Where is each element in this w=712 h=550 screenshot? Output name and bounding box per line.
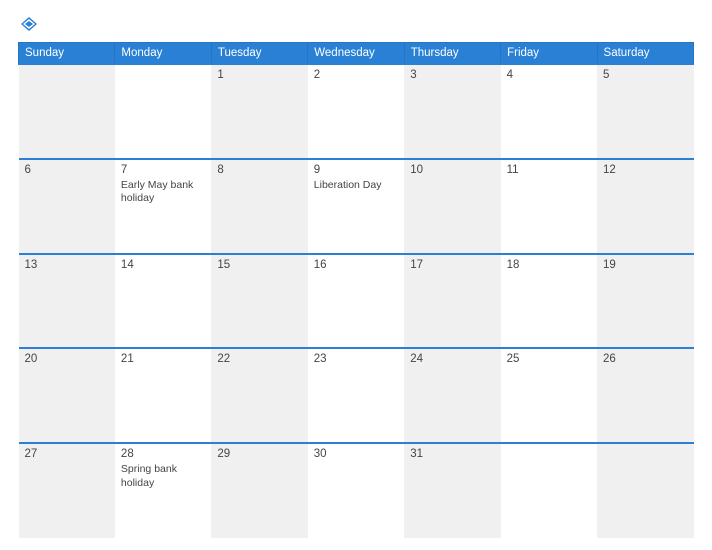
day-cell: 13 [19, 254, 115, 349]
day-number: 15 [217, 259, 301, 271]
logo [18, 16, 38, 32]
day-number: 1 [217, 69, 301, 81]
day-cell: 20 [19, 348, 115, 443]
day-cell: 17 [404, 254, 500, 349]
week-row-3: 13 14 15 16 17 18 19 [19, 254, 694, 349]
day-cell: 16 [308, 254, 404, 349]
day-number: 25 [507, 353, 591, 365]
calendar-page: SundayMondayTuesdayWednesdayThursdayFrid… [0, 0, 712, 550]
day-number: 19 [603, 259, 687, 271]
day-cell: 23 [308, 348, 404, 443]
day-cell: 21 [115, 348, 211, 443]
day-cell [115, 64, 211, 159]
day-cell [501, 443, 597, 538]
day-cell: 9 Liberation Day [308, 159, 404, 254]
day-number: 6 [25, 164, 109, 176]
weekday-header-friday: Friday [501, 43, 597, 65]
day-cell [597, 443, 693, 538]
day-number: 30 [314, 448, 398, 460]
day-cell: 25 [501, 348, 597, 443]
day-number: 3 [410, 69, 494, 81]
day-cell: 15 [211, 254, 307, 349]
day-cell: 18 [501, 254, 597, 349]
weekday-header-saturday: Saturday [597, 43, 693, 65]
day-cell: 24 [404, 348, 500, 443]
day-cell [19, 64, 115, 159]
day-event: Early May bank holiday [121, 179, 193, 205]
day-cell: 26 [597, 348, 693, 443]
day-cell: 11 [501, 159, 597, 254]
day-cell: 6 [19, 159, 115, 254]
day-number: 12 [603, 164, 687, 176]
weekday-header-monday: Monday [115, 43, 211, 65]
day-cell: 7 Early May bank holiday [115, 159, 211, 254]
week-row-4: 20 21 22 23 24 25 26 [19, 348, 694, 443]
day-number: 28 [121, 448, 205, 460]
day-event: Spring bank holiday [121, 463, 177, 489]
logo-icon [20, 16, 38, 32]
weekday-header-thursday: Thursday [404, 43, 500, 65]
weekday-header-row: SundayMondayTuesdayWednesdayThursdayFrid… [19, 43, 694, 65]
day-number: 5 [603, 69, 687, 81]
day-cell: 28 Spring bank holiday [115, 443, 211, 538]
day-number: 24 [410, 353, 494, 365]
day-number: 18 [507, 259, 591, 271]
day-cell: 29 [211, 443, 307, 538]
day-number: 11 [507, 164, 591, 176]
day-cell: 31 [404, 443, 500, 538]
day-number: 22 [217, 353, 301, 365]
day-number: 26 [603, 353, 687, 365]
day-number: 23 [314, 353, 398, 365]
day-number: 29 [217, 448, 301, 460]
week-row-1: 1 23 45 [19, 64, 694, 159]
day-number: 2 [314, 69, 398, 81]
day-number: 8 [217, 164, 301, 176]
day-cell: 4 [501, 64, 597, 159]
day-cell: 30 [308, 443, 404, 538]
day-cell: 27 [19, 443, 115, 538]
day-cell: 2 [308, 64, 404, 159]
day-number: 4 [507, 69, 591, 81]
week-row-5: 27 28 Spring bank holiday 29 30 31 [19, 443, 694, 538]
day-cell: 5 [597, 64, 693, 159]
calendar-table: SundayMondayTuesdayWednesdayThursdayFrid… [18, 42, 694, 538]
day-number: 9 [314, 164, 398, 176]
day-number: 16 [314, 259, 398, 271]
day-number: 13 [25, 259, 109, 271]
day-number: 10 [410, 164, 494, 176]
day-cell: 19 [597, 254, 693, 349]
weekday-header-wednesday: Wednesday [308, 43, 404, 65]
day-number: 21 [121, 353, 205, 365]
day-number: 27 [25, 448, 109, 460]
weekday-header-tuesday: Tuesday [211, 43, 307, 65]
day-cell: 10 [404, 159, 500, 254]
day-cell: 22 [211, 348, 307, 443]
weekday-header-sunday: Sunday [19, 43, 115, 65]
header [18, 16, 694, 32]
day-cell: 12 [597, 159, 693, 254]
day-number: 17 [410, 259, 494, 271]
day-cell: 1 [211, 64, 307, 159]
day-number: 20 [25, 353, 109, 365]
day-cell: 3 [404, 64, 500, 159]
day-number: 31 [410, 448, 494, 460]
day-cell: 14 [115, 254, 211, 349]
day-cell: 8 [211, 159, 307, 254]
day-number: 14 [121, 259, 205, 271]
day-number: 7 [121, 164, 205, 176]
day-event: Liberation Day [314, 179, 382, 191]
week-row-2: 67 Early May bank holiday 8 9 Liberation Day… [19, 159, 694, 254]
